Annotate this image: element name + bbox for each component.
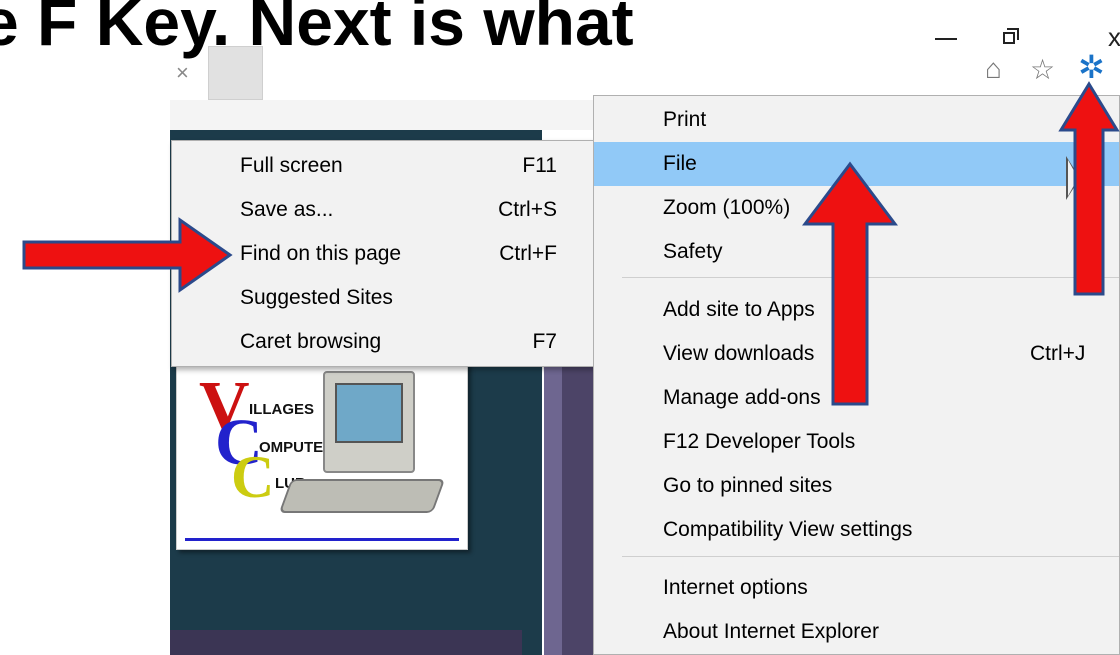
submenu-item-save-as[interactable]: Save as... Ctrl+S [172, 188, 597, 232]
menu-item-compatibility-view[interactable]: Compatibility View settings [594, 508, 1119, 552]
menu-item-label: Compatibility View settings [663, 518, 913, 541]
restore-icon-front [1003, 32, 1015, 44]
submenu-item-caret-browsing[interactable]: Caret browsing F7 [172, 320, 597, 364]
menu-item-label: View downloads [663, 342, 815, 365]
menu-item-label: File [663, 152, 697, 175]
arrow-pointing-up-file [802, 161, 898, 406]
submenu-item-find-on-page[interactable]: Find on this page Ctrl+F [172, 232, 597, 276]
file-submenu: Full screen F11 Save as... Ctrl+S Find o… [171, 140, 598, 367]
arrow-pointing-up-gear [1058, 81, 1120, 296]
submenu-item-label: Find on this page [240, 242, 402, 265]
tab-close-icon[interactable]: × [176, 60, 189, 86]
page-side-column-light [544, 355, 562, 655]
menu-item-label: Print [663, 108, 707, 131]
menu-item-internet-options[interactable]: Internet options [594, 566, 1119, 610]
menu-separator [622, 556, 1119, 557]
menu-item-developer-tools[interactable]: F12 Developer Tools [594, 420, 1119, 464]
computer-illustration [323, 371, 415, 473]
menu-item-label: Safety [663, 240, 723, 263]
menu-item-shortcut: Ctrl+J [1030, 342, 1086, 365]
submenu-item-suggested-sites[interactable]: Suggested Sites [172, 276, 597, 320]
menu-item-pinned-sites[interactable]: Go to pinned sites [594, 464, 1119, 508]
submenu-item-label: Caret browsing [240, 330, 382, 353]
submenu-item-label: Save as... [240, 198, 334, 221]
arrow-pointing-right [22, 217, 233, 293]
submenu-item-shortcut: Ctrl+F [499, 242, 557, 265]
menu-item-label: About Internet Explorer [663, 620, 879, 643]
restore-button[interactable] [1003, 28, 1019, 44]
submenu-item-full-screen[interactable]: Full screen F11 [172, 144, 597, 188]
menu-item-label: F12 Developer Tools [663, 430, 856, 453]
new-tab-button[interactable] [208, 46, 263, 100]
minimize-button[interactable] [935, 38, 957, 40]
page-bottom-strip [170, 630, 522, 655]
menu-item-label: Zoom (100%) [663, 196, 791, 219]
logo-word-villages: ILLAGES [249, 401, 315, 418]
computer-screen-illustration [335, 383, 403, 443]
keyboard-illustration [278, 479, 446, 513]
menu-item-print[interactable]: Print [594, 98, 1119, 142]
slide-title: e F Key. Next is what [0, 0, 634, 59]
home-icon[interactable]: ⌂ [985, 53, 1002, 85]
page-top-strip [170, 100, 595, 130]
logo-frame: THE V C C ILLAGES OMPUTER LUB [185, 339, 459, 541]
submenu-item-shortcut: Ctrl+S [498, 198, 557, 221]
submenu-item-label: Suggested Sites [240, 286, 393, 309]
submenu-item-label: Full screen [240, 154, 343, 177]
submenu-item-shortcut: F11 [522, 154, 557, 177]
menu-item-label: Internet options [663, 576, 808, 599]
close-button[interactable]: x [1108, 22, 1120, 53]
submenu-item-shortcut: F7 [532, 330, 557, 353]
menu-item-about-ie[interactable]: About Internet Explorer [594, 610, 1119, 654]
menu-item-label: Add site to Apps [663, 298, 815, 321]
favorites-star-icon[interactable]: ☆ [1030, 53, 1055, 86]
menu-item-label: Go to pinned sites [663, 474, 833, 497]
